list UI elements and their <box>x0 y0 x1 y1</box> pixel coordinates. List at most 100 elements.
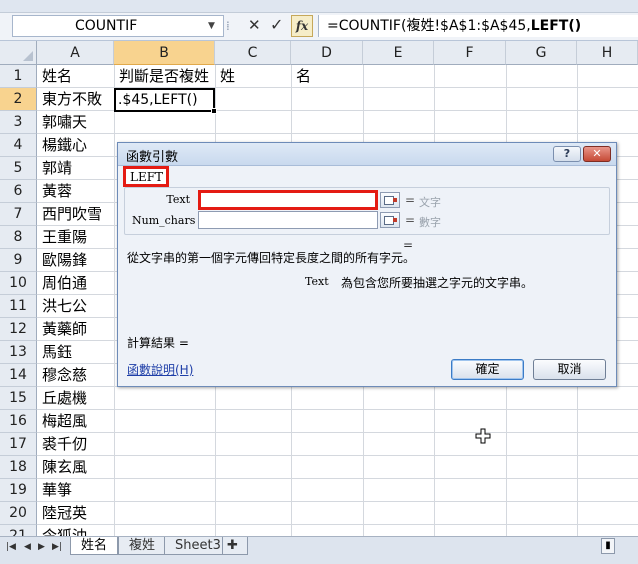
cell-a10[interactable]: 周伯通 <box>38 272 87 295</box>
text-arg-input[interactable] <box>198 190 378 210</box>
arg-label-text: Text <box>166 193 190 206</box>
cell-a7[interactable]: 西門吹雪 <box>38 203 102 226</box>
row-header-15[interactable]: 15 <box>0 387 37 410</box>
row-header-17[interactable]: 17 <box>0 433 37 456</box>
row-header-7[interactable]: 7 <box>0 203 37 226</box>
row-header-6[interactable]: 6 <box>0 180 37 203</box>
collapse-dialog-icon[interactable] <box>380 212 400 228</box>
gridline <box>37 501 638 502</box>
cell-b1[interactable]: 判斷是否複姓 <box>115 65 209 88</box>
cell-a18[interactable]: 陳玄風 <box>38 456 87 479</box>
cell-a6[interactable]: 黃蓉 <box>38 180 72 203</box>
fill-handle[interactable] <box>211 108 217 114</box>
row-header-10[interactable]: 10 <box>0 272 37 295</box>
cancel-button[interactable]: 取消 <box>533 359 606 380</box>
row-header-9[interactable]: 9 <box>0 249 37 272</box>
column-header-d[interactable]: D <box>291 41 363 65</box>
cell-a12[interactable]: 黃藥師 <box>38 318 87 341</box>
formula-current-function: LEFT() <box>530 18 582 34</box>
cell-a16[interactable]: 梅超風 <box>38 410 87 433</box>
cell-a20[interactable]: 陸冠英 <box>38 502 87 525</box>
column-header-h[interactable]: H <box>577 41 638 65</box>
insert-function-icon[interactable]: fx <box>291 15 313 37</box>
cell-a19[interactable]: 華箏 <box>38 479 72 502</box>
column-header-b[interactable]: B <box>114 41 215 65</box>
arg-label-num-chars: Num_chars <box>132 214 196 227</box>
cell-a11[interactable]: 洪七公 <box>38 295 87 318</box>
column-header-a[interactable]: A <box>37 41 114 65</box>
function-description: 從文字串的第一個字元傳回特定長度之間的所有字元。 <box>127 251 416 265</box>
select-all-corner[interactable] <box>0 41 37 65</box>
column-header-e[interactable]: E <box>363 41 434 65</box>
row-header-16[interactable]: 16 <box>0 410 37 433</box>
cell-a15[interactable]: 丘處機 <box>38 387 87 410</box>
cell-c1[interactable]: 姓 <box>216 65 235 88</box>
arg-eq: = <box>405 193 416 207</box>
cell-a9[interactable]: 歐陽鋒 <box>38 249 87 272</box>
gridline <box>37 133 638 134</box>
gridline <box>37 409 638 410</box>
enter-icon[interactable]: ✓ <box>270 15 283 34</box>
cell-a14[interactable]: 穆念慈 <box>38 364 87 387</box>
cell-a21[interactable]: 令狐沖 <box>38 525 87 536</box>
row-header-13[interactable]: 13 <box>0 341 37 364</box>
cancel-icon[interactable]: ✕ <box>248 16 261 34</box>
row-header-3[interactable]: 3 <box>0 111 37 134</box>
tab-split-handle[interactable]: ▮ <box>601 538 615 554</box>
num-chars-arg-input[interactable] <box>198 211 378 229</box>
help-button[interactable]: ? <box>553 146 581 162</box>
sheet-tab-bar: |◀ ◀ ▶ ▶| 姓名 複姓 Sheet3 ✚ ▮ <box>0 536 638 564</box>
row-header-2[interactable]: 2 <box>0 88 37 111</box>
arg-eq: = <box>405 213 416 227</box>
calculation-result: 計算結果 = <box>127 336 189 350</box>
next-sheet-icon[interactable]: ▶ <box>38 542 45 552</box>
cell-a2[interactable]: 東方不敗 <box>38 88 102 111</box>
close-button[interactable]: ✕ <box>583 146 611 162</box>
first-sheet-icon[interactable]: |◀ <box>6 542 16 552</box>
gridline <box>37 432 638 433</box>
row-header-5[interactable]: 5 <box>0 157 37 180</box>
cell-a13[interactable]: 馬鈺 <box>38 341 72 364</box>
sheet-tab-compound-surnames[interactable]: 複姓 <box>118 537 167 555</box>
column-header-c[interactable]: C <box>215 41 291 65</box>
argument-description-name: Text <box>305 275 329 288</box>
cell-d1[interactable]: 名 <box>292 65 311 88</box>
argument-description: 為包含您所要抽選之字元的文字串。 <box>341 276 534 290</box>
row-header-4[interactable]: 4 <box>0 134 37 157</box>
function-arguments-dialog: 函數引數 ? ✕ LEFT Text = 文字 Num_chars = 數字 =… <box>117 142 617 387</box>
column-header-g[interactable]: G <box>506 41 577 65</box>
row-header-1[interactable]: 1 <box>0 65 37 88</box>
ok-button[interactable]: 確定 <box>451 359 524 380</box>
cell-a1[interactable]: 姓名 <box>38 65 72 88</box>
gridline <box>37 478 638 479</box>
row-header-8[interactable]: 8 <box>0 226 37 249</box>
function-help-link[interactable]: 函數說明(H) <box>127 361 193 378</box>
ribbon-edge <box>0 0 638 13</box>
last-sheet-icon[interactable]: ▶| <box>52 542 62 552</box>
column-header-f[interactable]: F <box>434 41 506 65</box>
cell-a3[interactable]: 郭嘯天 <box>38 111 87 134</box>
cell-a4[interactable]: 楊鐵心 <box>38 134 87 157</box>
dialog-title-bar[interactable]: 函數引數 ? ✕ <box>118 143 616 166</box>
formula-input[interactable]: =COUNTIF(複姓!$A$1:$A$45,LEFT() <box>318 15 638 37</box>
row-header-14[interactable]: 14 <box>0 364 37 387</box>
row-header-20[interactable]: 20 <box>0 502 37 525</box>
cell-a8[interactable]: 王重陽 <box>38 226 87 249</box>
prev-sheet-icon[interactable]: ◀ <box>24 542 31 552</box>
sheet-tab-names[interactable]: 姓名 <box>70 537 119 555</box>
row-header-12[interactable]: 12 <box>0 318 37 341</box>
name-box[interactable]: COUNTIF <box>12 15 224 37</box>
collapse-dialog-icon[interactable] <box>380 192 400 208</box>
cell-a5[interactable]: 郭靖 <box>38 157 72 180</box>
row-header-11[interactable]: 11 <box>0 295 37 318</box>
row-header-21[interactable]: 21 <box>0 525 37 536</box>
cell-a17[interactable]: 裘千仞 <box>38 433 87 456</box>
active-cell-b2[interactable]: .$45,LEFT() <box>114 88 215 112</box>
row-header-18[interactable]: 18 <box>0 456 37 479</box>
row-header-19[interactable]: 19 <box>0 479 37 502</box>
insert-sheet-icon[interactable]: ✚ <box>222 537 248 555</box>
name-box-dropdown-icon[interactable]: ▼ <box>208 21 215 31</box>
gridline <box>37 455 638 456</box>
gridline <box>114 65 115 536</box>
gridline <box>37 524 638 525</box>
